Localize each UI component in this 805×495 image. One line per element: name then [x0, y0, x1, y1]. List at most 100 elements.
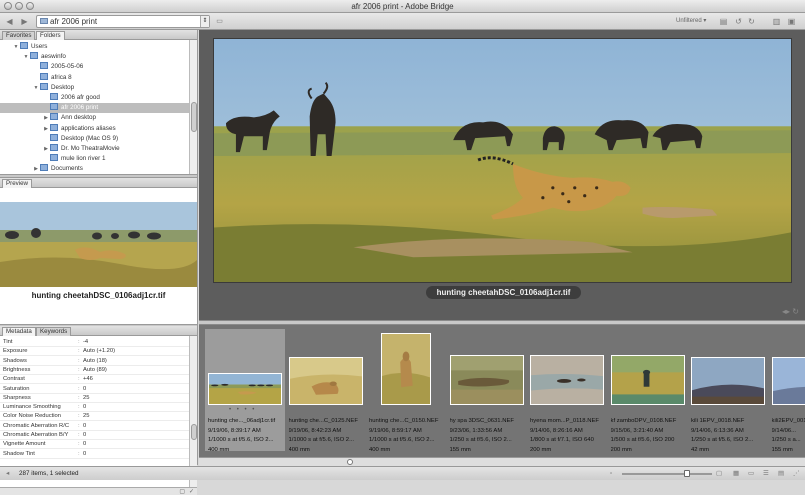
filter-dropdown[interactable]: Unfiltered ▾ [676, 16, 706, 27]
tab-folders[interactable]: Folders [36, 31, 65, 40]
folder-label: Desktop [51, 84, 74, 91]
zoom-window-button[interactable] [26, 2, 34, 10]
minimize-window-button[interactable] [15, 2, 23, 10]
new-metadata-icon[interactable]: ▢ [179, 488, 185, 495]
folder-tree-item[interactable]: 2005-05-06 [0, 62, 189, 72]
thumbnail-image[interactable] [611, 355, 685, 405]
folder-tree-item[interactable]: ▶Documents [0, 164, 189, 174]
forward-arrow-icon[interactable]: ▶ [19, 16, 30, 27]
rotate-left-icon[interactable]: ↺ [733, 16, 744, 27]
thumbnail-image[interactable] [530, 355, 604, 405]
thumbnail-date: 9/23/06, 1:33:56 AM [450, 427, 528, 437]
metadata-separator: : [78, 366, 80, 375]
resize-grip-icon[interactable]: ⋰ [793, 467, 799, 481]
thumbnail-image[interactable] [289, 357, 363, 405]
status-bar: ◂ 287 items, 1 selected ▫ ▢ ▦ ▭ ☰ ▤ ⋰ [0, 466, 805, 480]
disclosure-closed-icon[interactable]: ▶ [42, 124, 50, 134]
metadata-key: Saturation [3, 385, 29, 394]
main-image[interactable] [213, 38, 792, 283]
disclosure-open-icon[interactable]: ▼ [12, 42, 20, 52]
rating-dots[interactable]: • • • • [229, 407, 256, 413]
folder-tree-item[interactable]: ▶applications aliases [0, 124, 189, 134]
tab-keywords[interactable]: Keywords [36, 327, 71, 336]
folder-label: Ann desktop [61, 114, 96, 121]
filmstrip: • • • • hunting che..._06adj1cr.tif 9/19/0… [199, 325, 805, 457]
thumbnail-lens: 155 mm [772, 446, 805, 456]
folder-tree-item[interactable]: africa 8 [0, 73, 189, 83]
thumbnail-cell[interactable]: kili 1EPV_0018.NEF9/14/06, 6:13:36 AM1/2… [688, 329, 768, 451]
metadata-key: Shadow Tint [3, 450, 35, 459]
folder-tree-item[interactable]: ▶Dr. Mo TheatraMovie [0, 144, 189, 154]
thumbnail-size-slider[interactable] [622, 473, 712, 475]
metadata-row: Chromatic Aberration B/Y:0 [0, 431, 189, 440]
folder-label: 2006 afr good [61, 94, 100, 101]
metadata-scroll-thumb[interactable] [191, 424, 197, 440]
folder-tree-item[interactable]: ▼ Desktop [0, 83, 189, 93]
tab-preview[interactable]: Preview [2, 179, 32, 188]
thumbnail-image[interactable] [772, 357, 805, 405]
disclosure-closed-icon[interactable]: ▶ [32, 164, 40, 174]
folder-scroll-thumb[interactable] [191, 102, 197, 132]
chevron-updown-icon[interactable]: ⇕ [200, 16, 209, 27]
thumbnail-cell[interactable]: hy spa 3DSC_0631.NEF9/23/06, 1:33:56 AM1… [447, 329, 527, 451]
folder-tree-item[interactable]: 2006 afr good [0, 93, 189, 103]
compact-mode-icon[interactable]: ▣ [786, 16, 797, 27]
thumbnail-info: kf zamboDPV_0108.NEF9/15/06, 3:21:40 AM1… [611, 417, 689, 455]
close-window-button[interactable] [4, 2, 12, 10]
rotate-right-icon[interactable]: ↻ [746, 16, 757, 27]
view-filmstrip-icon[interactable]: ▭ [748, 467, 754, 481]
disclosure-open-icon[interactable]: ▼ [22, 52, 30, 62]
disclosure-open-icon[interactable]: ▼ [32, 83, 40, 93]
status-arrow-icon[interactable]: ◂ [6, 467, 9, 481]
folder-tree-item[interactable]: ▼Users [0, 42, 189, 52]
folder-tree-item[interactable]: ▼aeswinfo [0, 52, 189, 62]
thumbnail-cell[interactable]: kili2EPV_001...9/14/06...1/250 s a...155… [769, 329, 805, 451]
disclosure-closed-icon[interactable]: ▶ [42, 144, 50, 154]
folder-tree: ▼Users▼aeswinfo2005-05-06africa 8▼Deskto… [0, 40, 197, 174]
thumbnail-exif: 1/250 s a... [772, 436, 805, 446]
thumbnail-image[interactable] [691, 357, 765, 405]
filmstrip-scroll-thumb[interactable] [347, 459, 353, 465]
metadata-row: Brightness:Auto (89) [0, 366, 189, 375]
thumbnail-cell[interactable]: hunting che...C_0150.NEF9/19/06, 8:59:17… [366, 329, 446, 451]
metadata-key: Chromatic Aberration B/Y [3, 431, 68, 440]
tab-metadata[interactable]: Metadata [2, 327, 36, 336]
zoom-in-icon[interactable]: ▢ [716, 467, 722, 481]
trash-icon[interactable]: ▥ [771, 16, 782, 27]
back-arrow-icon[interactable]: ◀ [4, 16, 15, 27]
view-thumbnails-icon[interactable]: ▦ [733, 467, 739, 481]
folder-label: Desktop (Mac OS 9) [61, 135, 118, 142]
view-versions-icon[interactable]: ▤ [778, 467, 784, 481]
folder-tree-item[interactable]: Desktop (Mac OS 9) [0, 134, 189, 144]
thumbnail-image[interactable] [381, 333, 431, 405]
thumbnail-cell[interactable]: kf zamboDPV_0108.NEF9/15/06, 3:21:40 AM1… [608, 329, 688, 451]
folder-scrollbar[interactable] [189, 40, 197, 174]
thumbnail-image[interactable] [450, 355, 524, 405]
preview-nav-icons[interactable]: ◂▸ ↻ [759, 307, 799, 317]
thumbnail-info: hy spa 3DSC_0631.NEF9/23/06, 1:33:56 AM1… [450, 417, 528, 455]
thumbnail-cell[interactable]: • • • •hunting che..._06adj1cr.tif9/19/0… [205, 329, 285, 451]
tab-favorites[interactable]: Favorites [2, 31, 35, 40]
thumbnail-name: hunting che..._06adj1cr.tif [208, 417, 286, 427]
new-folder-icon[interactable]: ▤ [718, 16, 729, 27]
path-dropdown[interactable]: afr 2006 print ⇕ [36, 15, 210, 28]
metadata-value: Auto (18) [83, 357, 107, 366]
folder-label: 2005-05-06 [51, 63, 83, 70]
apply-metadata-icon[interactable]: ✓ [189, 488, 194, 495]
thumbnail-cell[interactable]: hyena mom...P_0118.NEF9/14/06, 8:26:16 A… [527, 329, 607, 451]
disclosure-closed-icon[interactable]: ▶ [42, 113, 50, 123]
thumbnail-cell[interactable]: hunting che...C_0125.NEF9/19/06, 8:42:23… [286, 329, 366, 451]
thumbnail-image[interactable] [208, 373, 282, 405]
zoom-out-icon[interactable]: ▫ [610, 467, 612, 481]
folder-tree-item[interactable]: mule lion river 1 [0, 154, 189, 164]
metadata-key: Brightness [3, 366, 30, 375]
filmstrip-scrollbar[interactable] [199, 457, 805, 466]
metadata-scrollbar[interactable] [189, 336, 197, 487]
folder-tree-item[interactable]: afr 2006 print [0, 103, 189, 113]
go-up-folder-icon[interactable]: ▭ [214, 16, 225, 27]
thumbnail-date: 9/19/06, 8:59:17 AM [369, 427, 447, 437]
thumbnail-info: hunting che...C_0150.NEF9/19/06, 8:59:17… [369, 417, 447, 455]
view-details-icon[interactable]: ☰ [763, 467, 769, 481]
slider-knob[interactable] [684, 470, 690, 477]
folder-tree-item[interactable]: ▶ Ann desktop [0, 113, 189, 123]
